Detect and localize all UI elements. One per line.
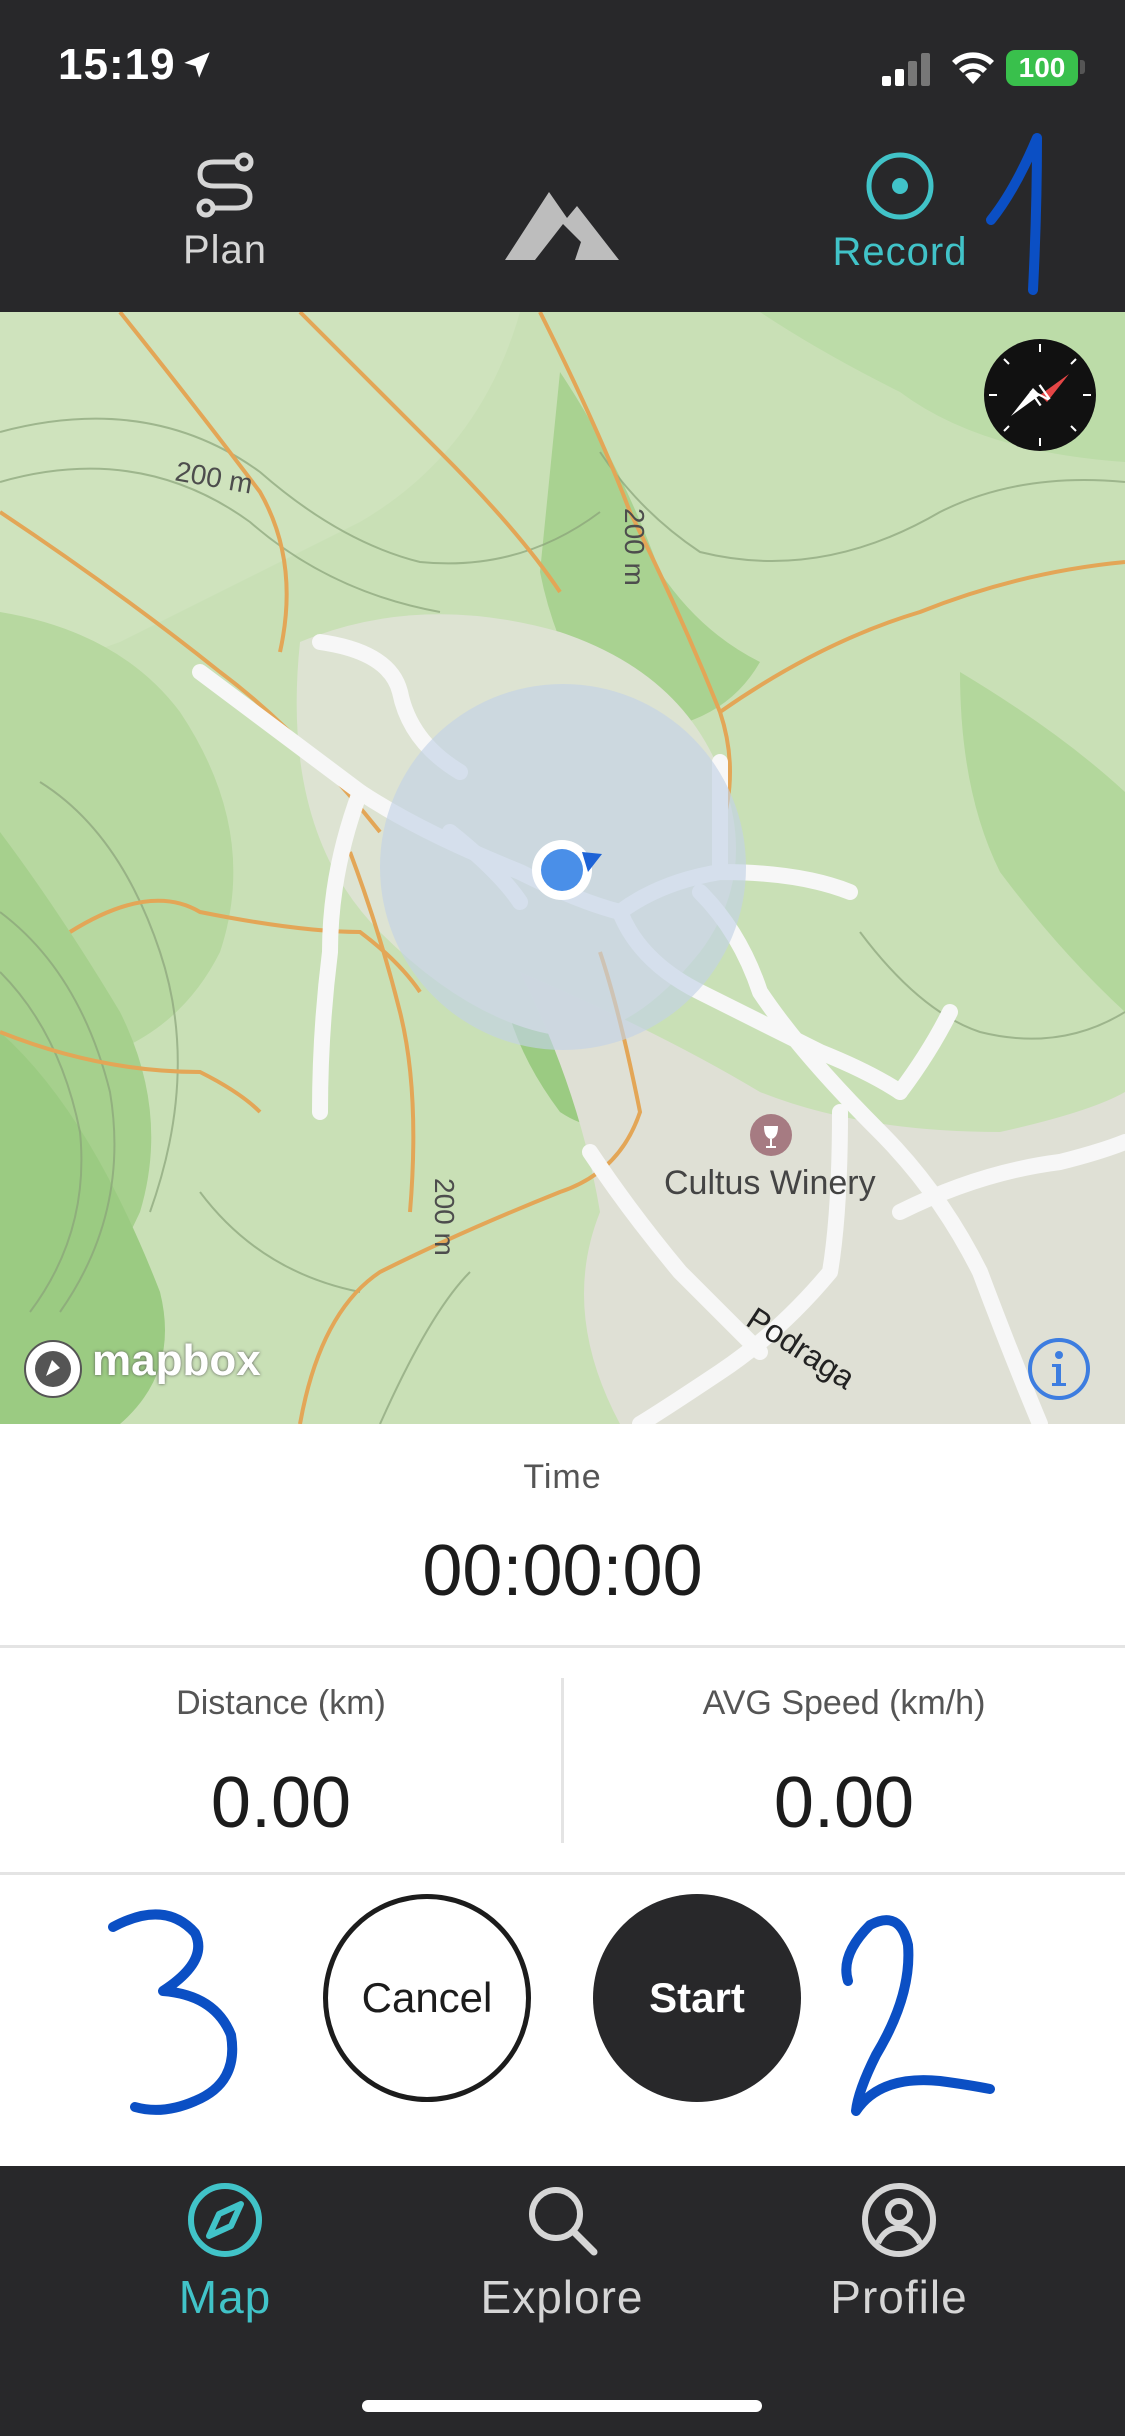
bottom-tab-map-label: Map xyxy=(178,2271,272,2323)
search-icon xyxy=(529,2187,598,2256)
bottom-tab-explore[interactable]: Explore xyxy=(422,2180,702,2324)
bottom-tab-profile[interactable]: Profile xyxy=(759,2180,1039,2324)
battery-cap xyxy=(1080,60,1085,74)
time-label: Time xyxy=(523,1458,602,1496)
cancel-button[interactable]: Cancel xyxy=(323,1894,531,2102)
tab-plan-label: Plan xyxy=(182,228,268,272)
distance-value: 0.00 xyxy=(210,1763,352,1843)
profile-icon xyxy=(862,2183,936,2257)
compass-icon[interactable]: N xyxy=(983,338,1097,452)
distance-label: Distance (km) xyxy=(176,1684,386,1722)
user-location-icon xyxy=(532,840,602,900)
battery-level: 100 xyxy=(1018,52,1066,83)
tab-record[interactable]: Record xyxy=(810,150,990,275)
bottom-tab-explore-label: Explore xyxy=(480,2271,644,2323)
map-label-winery[interactable]: Cultus Winery xyxy=(664,1164,876,1203)
home-indicator[interactable] xyxy=(362,2400,762,2412)
time-value: 00:00:00 xyxy=(422,1531,703,1611)
mapbox-attribution: mapbox xyxy=(92,1336,261,1385)
annotation-3 xyxy=(108,1909,238,2115)
info-icon[interactable] xyxy=(1026,1336,1092,1402)
mountain-logo-icon xyxy=(505,192,619,260)
signal-icon xyxy=(882,53,930,86)
bottom-tab-map[interactable]: Map xyxy=(85,2180,365,2324)
start-button[interactable]: Start xyxy=(593,1894,801,2102)
divider xyxy=(0,1872,1125,1875)
winery-poi-icon[interactable] xyxy=(748,1112,794,1158)
map-label-elevation: 200 m xyxy=(429,1178,460,1256)
mapbox-logo-icon xyxy=(24,1340,82,1398)
record-target-icon xyxy=(866,152,934,220)
battery-icon: 100 xyxy=(1006,50,1078,86)
annotation-1 xyxy=(986,133,1042,295)
location-arrow-icon xyxy=(184,52,210,78)
annotation-2 xyxy=(841,1915,995,2116)
map-view[interactable]: Cultus Winery Podraga 200 m 200 m 200 m … xyxy=(0,312,1125,1424)
avg-speed-value: 0.00 xyxy=(773,1763,915,1843)
divider xyxy=(0,1645,1125,1648)
tab-plan[interactable]: Plan xyxy=(145,150,305,273)
wifi-icon xyxy=(952,52,994,84)
bottom-tab-profile-label: Profile xyxy=(830,2271,968,2323)
tab-record-label: Record xyxy=(832,230,968,274)
map-label-elevation: 200 m xyxy=(619,508,650,586)
avg-speed-label: AVG Speed (km/h) xyxy=(702,1684,986,1722)
route-icon xyxy=(196,152,254,218)
compass-nav-icon xyxy=(188,2183,262,2257)
status-time: 15:19 xyxy=(58,40,176,89)
